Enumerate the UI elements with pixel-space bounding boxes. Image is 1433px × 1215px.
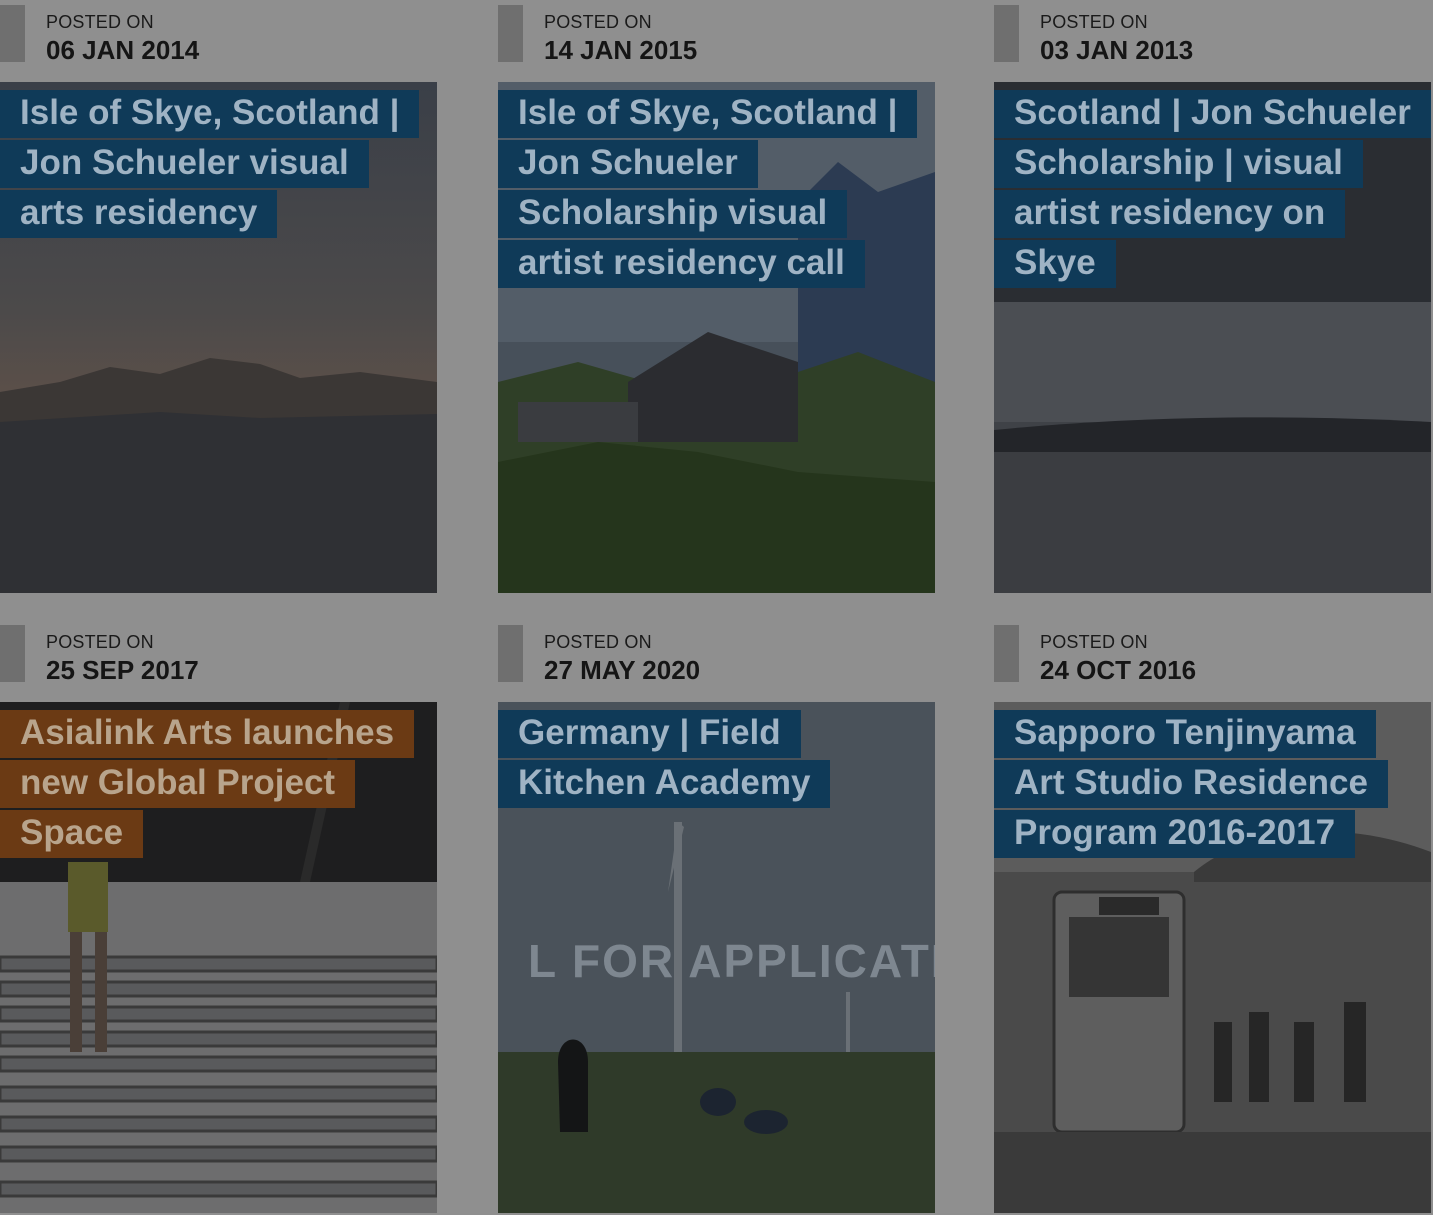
post-thumbnail[interactable]: Isle of Skye, Scotland | Jon Schueler Sc… [498,82,935,593]
post-grid: POSTED ON 06 JAN 2014 Isle of Skye, Scot… [0,0,1433,1215]
meta-accent-bar [498,5,523,62]
post-date: 25 SEP 2017 [46,655,199,685]
post-meta: POSTED ON 24 OCT 2016 [994,620,1432,702]
post-thumbnail[interactable]: Asialink Arts launches new Global Projec… [0,702,437,1213]
posted-on-label: POSTED ON [1040,12,1148,32]
post-title[interactable]: Sapporo Tenjinyama Art Studio Residence … [994,708,1414,858]
image-overlay-text: L FOR APPLICATI [528,935,935,987]
post-title[interactable]: Isle of Skye, Scotland | Jon Schueler Sc… [498,88,918,288]
posted-on-label: POSTED ON [46,12,154,32]
meta-accent-bar [0,625,25,682]
post-title[interactable]: Scotland | Jon Schueler Scholarship | vi… [994,88,1431,288]
post-date: 14 JAN 2015 [544,35,698,65]
post-date: 03 JAN 2013 [1040,35,1194,65]
post-title[interactable]: Asialink Arts launches new Global Projec… [0,708,420,858]
posted-on-label: POSTED ON [544,632,652,652]
posted-on-label: POSTED ON [1040,632,1148,652]
post-card[interactable]: POSTED ON 14 JAN 2015 Isle of Skye, Scot… [498,0,936,593]
post-card[interactable]: POSTED ON 06 JAN 2014 Isle of Skye, Scot… [0,0,438,593]
post-meta: POSTED ON 06 JAN 2014 [0,0,438,82]
post-card[interactable]: POSTED ON 03 JAN 2013 Scotland | Jon Sch… [994,0,1432,593]
post-title[interactable]: Germany | Field Kitchen Academy [498,708,918,808]
meta-accent-bar [994,5,1019,62]
post-meta: POSTED ON 14 JAN 2015 [498,0,936,82]
post-thumbnail[interactable]: Isle of Skye, Scotland | Jon Schueler vi… [0,82,437,593]
post-date: 06 JAN 2014 [46,35,200,65]
meta-accent-bar [498,625,523,682]
meta-accent-bar [0,5,25,62]
posted-on-label: POSTED ON [544,12,652,32]
posted-on-label: POSTED ON [46,632,154,652]
post-meta: POSTED ON 25 SEP 2017 [0,620,438,702]
post-date: 24 OCT 2016 [1040,655,1197,685]
post-date: 27 MAY 2020 [544,655,701,685]
post-card[interactable]: POSTED ON 27 MAY 2020 L FOR APPLICATI Ge… [498,620,936,1213]
post-thumbnail[interactable]: L FOR APPLICATI Germany | Field Kitchen … [498,702,935,1213]
post-meta: POSTED ON 03 JAN 2013 [994,0,1432,82]
post-title[interactable]: Isle of Skye, Scotland | Jon Schueler vi… [0,88,420,238]
meta-accent-bar [994,625,1019,682]
post-thumbnail[interactable]: Sapporo Tenjinyama Art Studio Residence … [994,702,1431,1213]
post-meta: POSTED ON 27 MAY 2020 [498,620,936,702]
post-card[interactable]: POSTED ON 24 OCT 2016 Sapporo Tenjinyama… [994,620,1432,1213]
post-card[interactable]: POSTED ON 25 SEP 2017 Asialink Arts laun… [0,620,438,1213]
post-thumbnail[interactable]: Scotland | Jon Schueler Scholarship | vi… [994,82,1431,593]
